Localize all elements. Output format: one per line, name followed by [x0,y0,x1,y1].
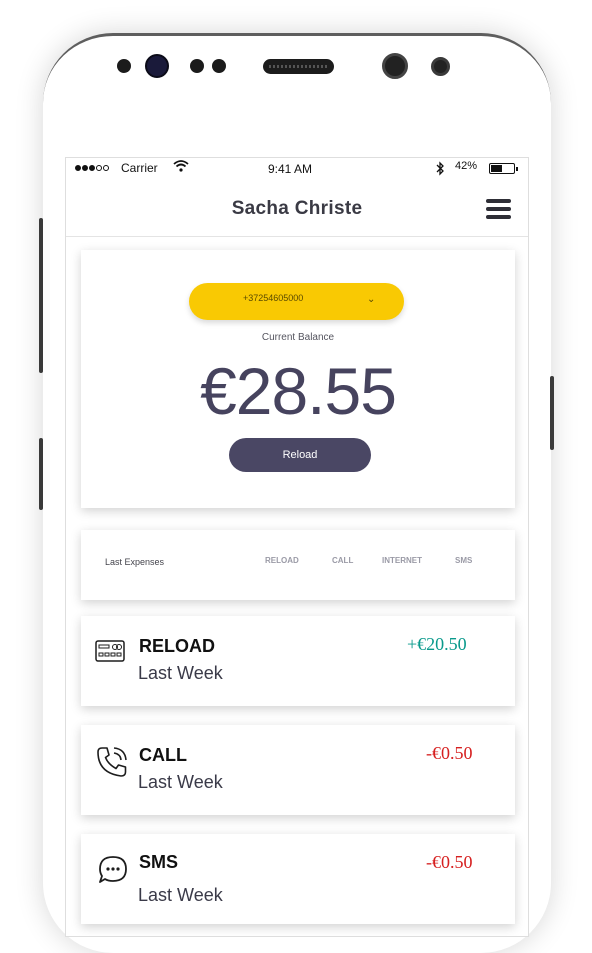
light-sensor [431,57,450,76]
carrier-name: Carrier [121,161,158,175]
transaction-period: Last Week [138,885,223,905]
transaction-title: SMS [139,852,179,872]
phone-number-value: +37254605000 [243,293,304,303]
sensor-dot [117,59,131,73]
balance-amount: €28.55 [200,354,397,428]
sensor-dot [212,59,226,73]
transaction-title: CALL [139,745,187,765]
earpiece-speaker [263,59,334,74]
proximity-sensor [382,53,408,79]
tab-internet[interactable]: INTERNET [382,556,422,565]
front-camera [145,54,169,78]
balance-card: +37254605000 ⌄ Current Balance €28.55 Re… [81,250,515,508]
hamburger-menu-icon[interactable] [486,199,511,219]
chevron-down-icon: ⌄ [367,294,376,305]
transaction-period: Last Week [138,772,223,792]
status-time: 9:41 AM [268,162,313,176]
chat-bubble-icon [95,854,129,888]
transaction-title: RELOAD [139,636,215,656]
wifi-icon [173,160,189,175]
tab-reload[interactable]: RELOAD [265,556,299,565]
status-bar: Carrier 9:41 AM 42% [66,158,528,182]
app-screen: Carrier 9:41 AM 42% Sacha Christe +37254… [65,157,529,937]
battery-percentage: 42% [455,160,478,172]
phone-side-button-volume-up [39,218,43,373]
transaction-amount: -€0.50 [426,743,473,763]
transaction-item[interactable]: CALL Last Week -€0.50 [81,725,515,815]
page-title: Sacha Christe [231,198,363,219]
phone-call-icon [95,745,129,779]
transaction-amount: -€0.50 [426,852,473,872]
phone-side-button-volume-down [39,438,43,510]
transaction-period: Last Week [138,663,223,683]
reload-button[interactable]: Reload [229,438,371,472]
credit-card-icon [95,636,129,670]
phone-side-button-power [550,376,554,450]
signal-strength-icon [75,165,109,171]
balance-label: Current Balance [261,332,335,343]
transaction-item[interactable]: RELOAD Last Week +€20.50 [81,616,515,706]
phone-number-dropdown[interactable]: +37254605000 ⌄ [189,283,404,320]
filter-label: Last Expenses [105,557,165,567]
tab-sms[interactable]: SMS [455,556,472,565]
tab-call[interactable]: CALL [332,556,353,565]
bluetooth-icon [436,161,445,179]
transaction-item[interactable]: SMS Last Week -€0.50 [81,834,515,924]
sensor-dot [190,59,204,73]
app-header: Sacha Christe [66,182,528,237]
expenses-filter-bar: Last Expenses RELOAD CALL INTERNET SMS [81,530,515,600]
battery-icon [489,163,518,174]
transaction-amount: +€20.50 [407,634,467,654]
